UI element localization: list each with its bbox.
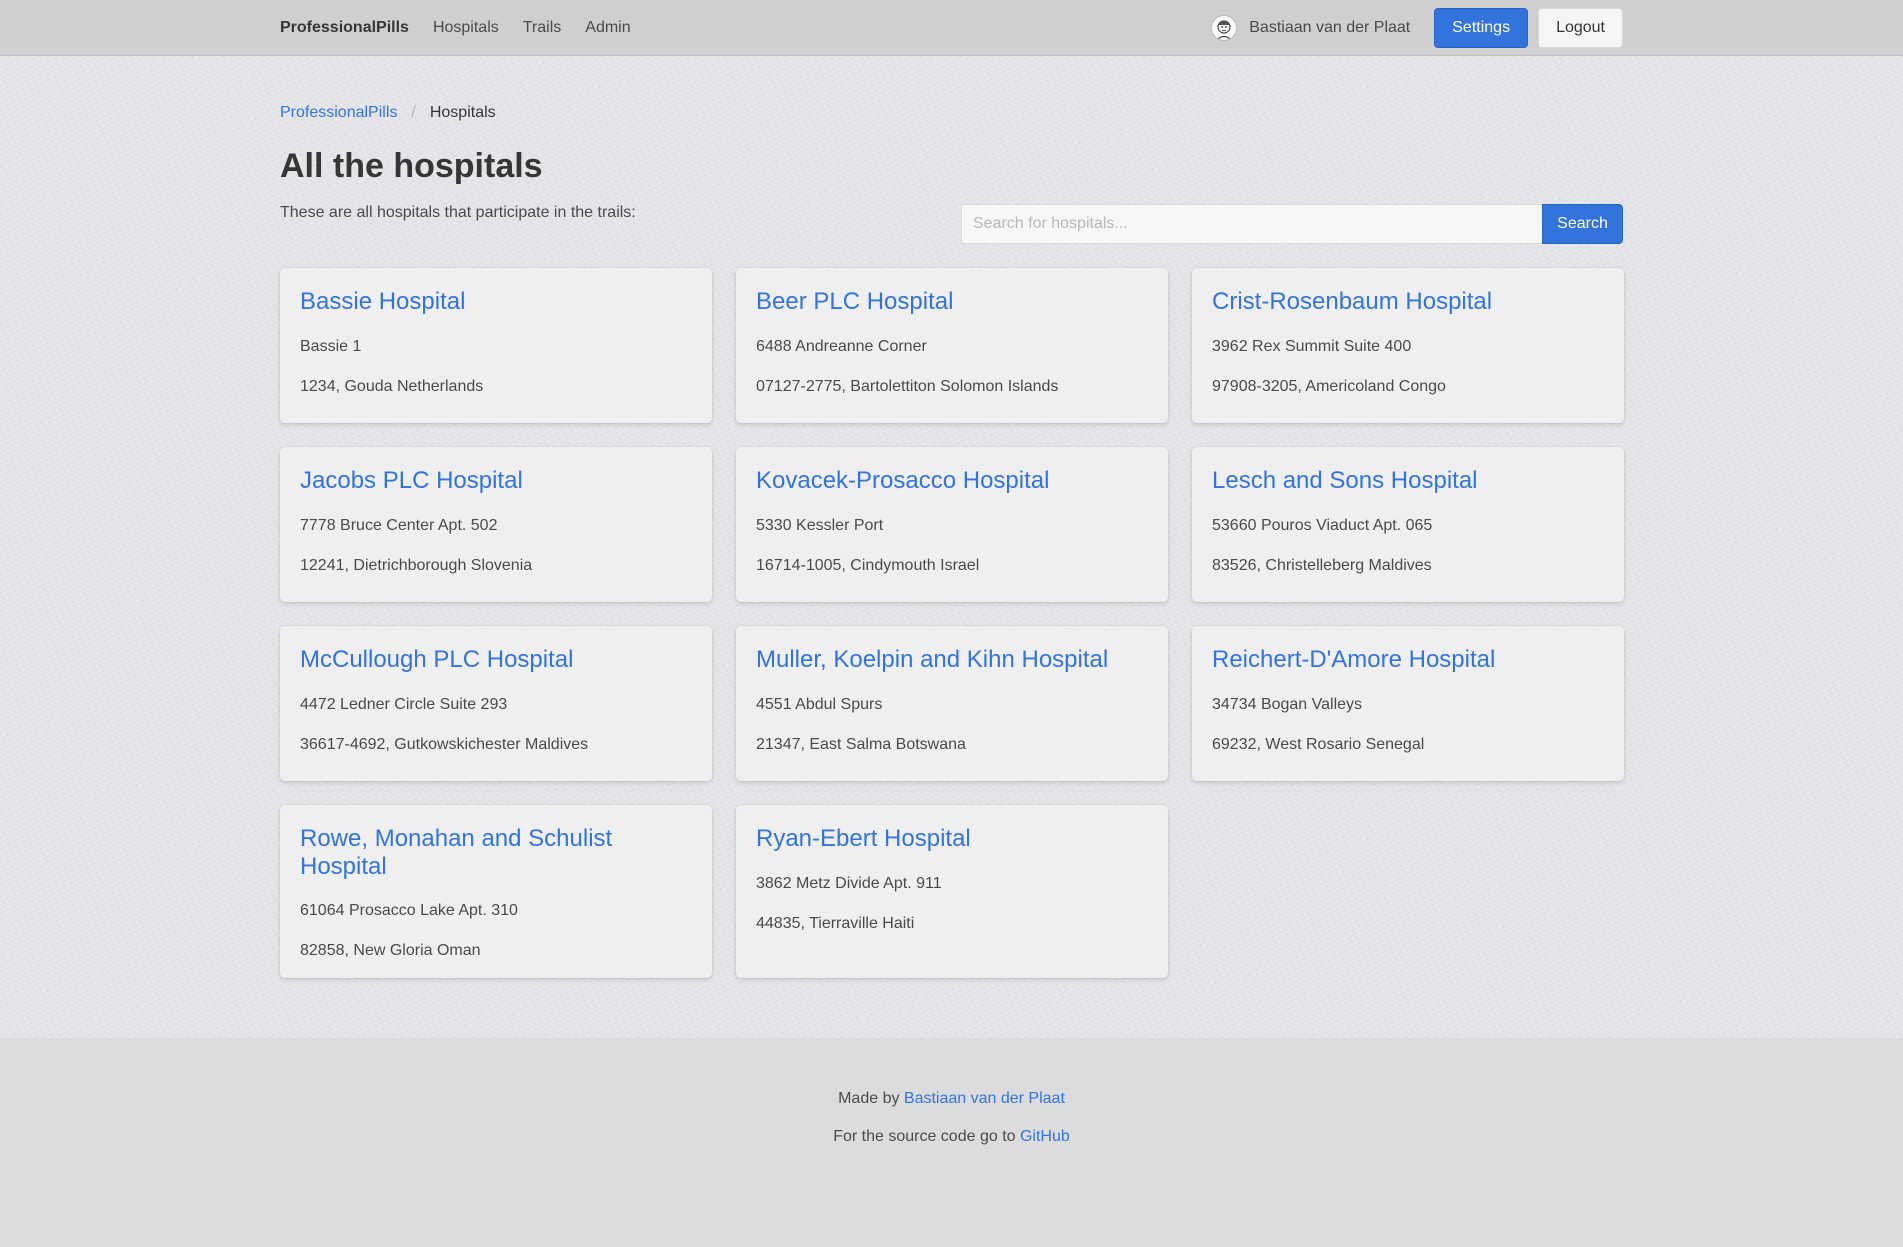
breadcrumb-separator: / — [411, 104, 416, 121]
hospital-name-link[interactable]: Bassie Hospital — [300, 288, 692, 316]
hospital-city: 21347, East Salma Botswana — [756, 735, 966, 753]
footer-source-text: For the source code go to — [833, 1128, 1020, 1145]
hospital-city: 16714-1005, Cindymouth Israel — [756, 556, 980, 574]
hospital-name-link[interactable]: Rowe, Monahan and Schulist Hospital — [300, 825, 692, 880]
author-link[interactable]: Bastiaan van der Plaat — [904, 1090, 1065, 1107]
hospital-street: 3962 Rex Summit Suite 400 — [1212, 337, 1412, 355]
breadcrumb-home-link[interactable]: ProfessionalPills — [280, 104, 397, 122]
hospital-street: 53660 Pouros Viaduct Apt. 065 — [1212, 516, 1433, 534]
hospital-name-link[interactable]: McCullough PLC Hospital — [300, 646, 692, 674]
page-title: All the hospitals — [280, 147, 543, 185]
hospital-city: 97908-3205, Americoland Congo — [1212, 377, 1446, 395]
hospital-card: Muller, Koelpin and Kihn Hospital 4551 A… — [736, 626, 1168, 781]
hospital-name-link[interactable]: Reichert-D'Amore Hospital — [1212, 646, 1604, 674]
hospital-card: Lesch and Sons Hospital 53660 Pouros Via… — [1192, 447, 1624, 602]
breadcrumb-current: Hospitals — [429, 104, 496, 121]
nav-link-hospitals[interactable]: Hospitals — [433, 19, 499, 37]
hospital-city: 69232, West Rosario Senegal — [1212, 735, 1425, 753]
user-name: Bastiaan van der Plaat — [1249, 19, 1411, 36]
search-button[interactable]: Search — [1542, 204, 1623, 244]
hospital-street: 61064 Prosacco Lake Apt. 310 — [300, 902, 518, 920]
main-content: ProfessionalPills / Hospitals All the ho… — [280, 56, 1624, 979]
hospital-card: Bassie Hospital Bassie 1 1234, Gouda Net… — [280, 268, 712, 423]
hospital-city: 07127-2775, Bartolettiton Solomon Island… — [756, 377, 1059, 395]
hospital-street: Bassie 1 — [300, 337, 362, 355]
navbar-inner: ProfessionalPills Hospitals Trails Admin… — [280, 0, 1623, 56]
hospital-name-link[interactable]: Ryan-Ebert Hospital — [756, 825, 1148, 853]
logout-button[interactable]: Logout — [1538, 8, 1623, 48]
hospital-city: 12241, Dietrichborough Slovenia — [300, 556, 533, 574]
hospital-name-link[interactable]: Beer PLC Hospital — [756, 288, 1148, 316]
hospital-street: 4551 Abdul Spurs — [756, 695, 883, 713]
github-link[interactable]: GitHub — [1020, 1128, 1070, 1145]
user-menu[interactable]: Bastiaan van der Plaat — [1211, 15, 1410, 41]
intro-row: These are all hospitals that participate… — [280, 204, 1623, 244]
hospital-city: 36617-4692, Gutkowskichester Maldives — [300, 735, 589, 753]
search-form: Search — [961, 204, 1623, 244]
hospital-street: 3862 Metz Divide Apt. 911 — [756, 874, 942, 892]
intro-text: These are all hospitals that participate… — [280, 204, 636, 221]
hospital-card: Jacobs PLC Hospital 7778 Bruce Center Ap… — [280, 447, 712, 602]
breadcrumb: ProfessionalPills / Hospitals — [280, 104, 1623, 122]
hospital-street: 5330 Kessler Port — [756, 516, 884, 534]
hospital-card: Beer PLC Hospital 6488 Andreanne Corner … — [736, 268, 1168, 423]
hospital-name-link[interactable]: Jacobs PLC Hospital — [300, 467, 692, 495]
footer-source: For the source code go to GitHub — [0, 1128, 1903, 1146]
hospital-street: 34734 Bogan Valleys — [1212, 695, 1363, 713]
hospital-card: Kovacek-Prosacco Hospital 5330 Kessler P… — [736, 447, 1168, 602]
brand-link[interactable]: ProfessionalPills — [280, 19, 409, 37]
footer-made-by: Made by Bastiaan van der Plaat — [0, 1090, 1903, 1108]
avatar-face-icon — [1216, 20, 1232, 40]
hospital-grid: Bassie Hospital Bassie 1 1234, Gouda Net… — [280, 268, 1624, 979]
navbar: ProfessionalPills Hospitals Trails Admin… — [0, 0, 1903, 56]
hospital-street: 6488 Andreanne Corner — [756, 337, 927, 355]
hospital-card: Ryan-Ebert Hospital 3862 Metz Divide Apt… — [736, 805, 1168, 979]
hospital-city: 1234, Gouda Netherlands — [300, 377, 484, 395]
nav-link-trails[interactable]: Trails — [523, 19, 562, 37]
hospital-card: McCullough PLC Hospital 4472 Ledner Circ… — [280, 626, 712, 781]
avatar — [1211, 15, 1238, 41]
hospital-card: Reichert-D'Amore Hospital 34734 Bogan Va… — [1192, 626, 1624, 781]
footer-made-by-text: Made by — [838, 1090, 904, 1107]
hospital-city: 44835, Tierraville Haiti — [756, 914, 915, 932]
nav-link-admin[interactable]: Admin — [585, 19, 630, 37]
hospital-street: 7778 Bruce Center Apt. 502 — [300, 516, 498, 534]
hospital-name-link[interactable]: Crist-Rosenbaum Hospital — [1212, 288, 1604, 316]
footer: Made by Bastiaan van der Plaat For the s… — [0, 1038, 1903, 1247]
hospital-card: Rowe, Monahan and Schulist Hospital 6106… — [280, 805, 712, 979]
hospital-name-link[interactable]: Kovacek-Prosacco Hospital — [756, 467, 1148, 495]
hospital-card: Crist-Rosenbaum Hospital 3962 Rex Summit… — [1192, 268, 1624, 423]
hospital-city: 83526, Christelleberg Maldives — [1212, 556, 1432, 574]
settings-button[interactable]: Settings — [1434, 8, 1529, 48]
hospital-street: 4472 Ledner Circle Suite 293 — [300, 695, 508, 713]
hospital-name-link[interactable]: Muller, Koelpin and Kihn Hospital — [756, 646, 1148, 674]
search-input[interactable] — [961, 204, 1542, 244]
hospital-city: 82858, New Gloria Oman — [300, 942, 481, 960]
hospital-name-link[interactable]: Lesch and Sons Hospital — [1212, 467, 1604, 495]
